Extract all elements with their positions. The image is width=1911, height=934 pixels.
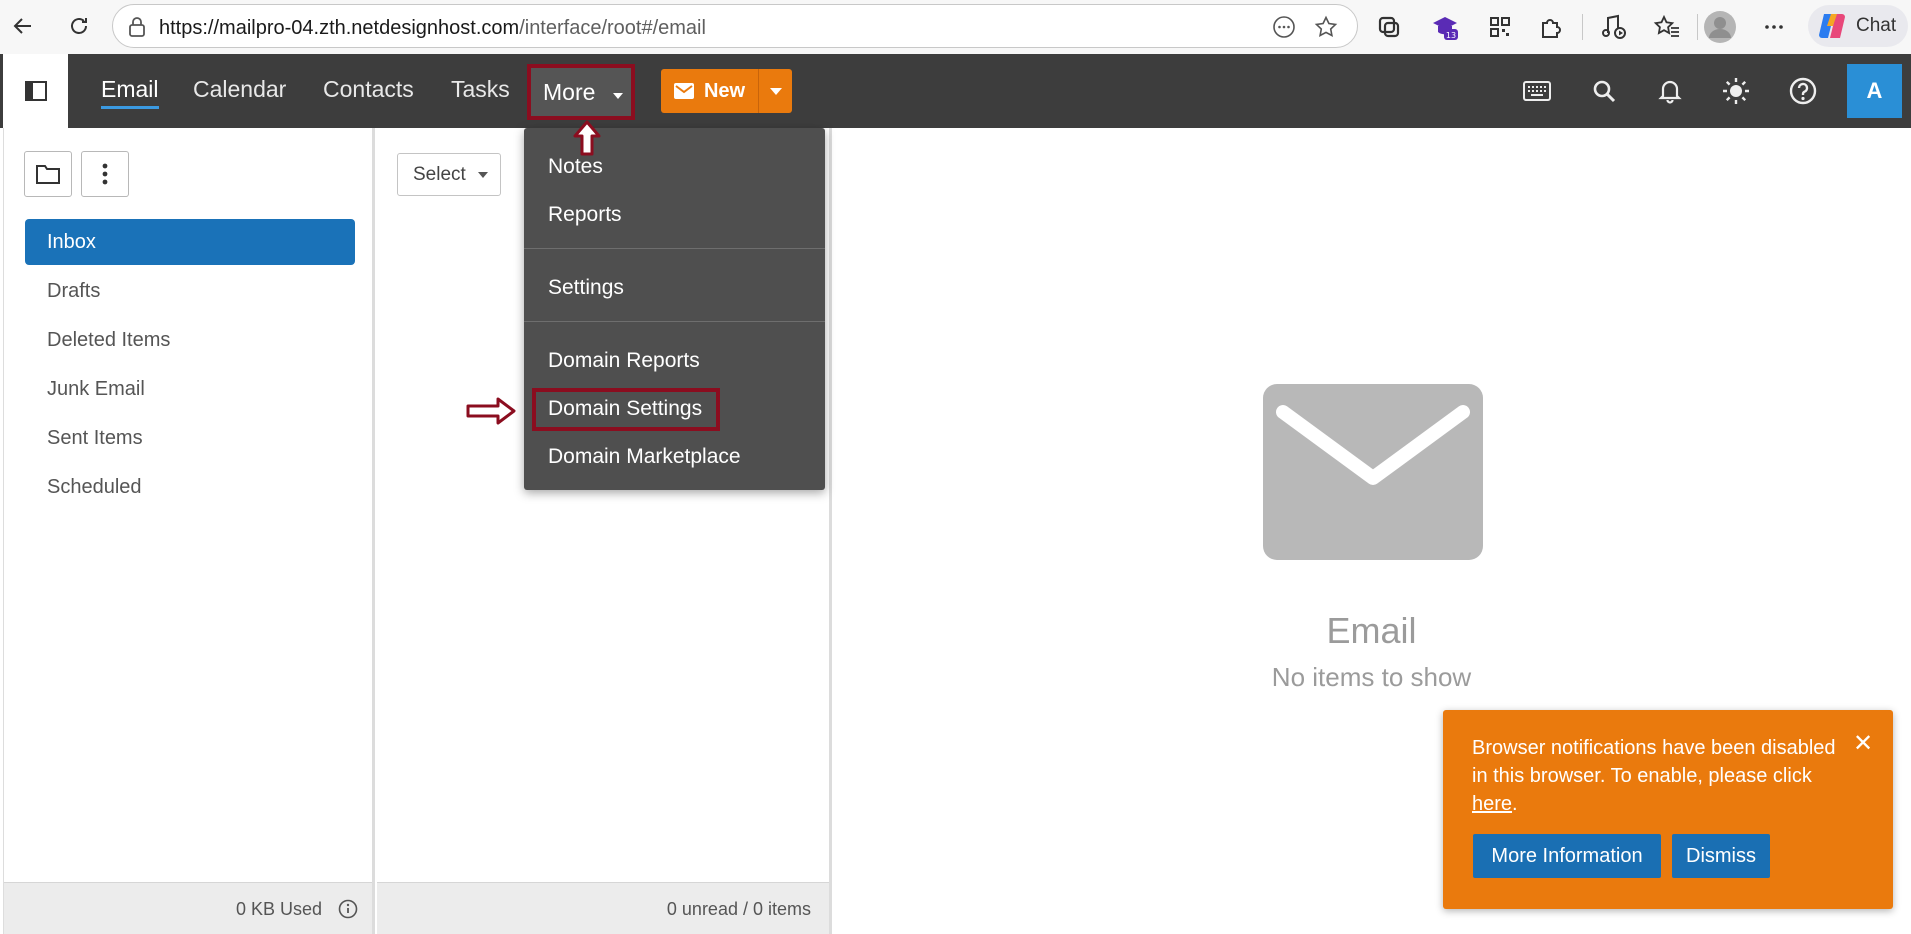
chevron-down-icon — [477, 171, 488, 178]
reading-mode-icon[interactable] — [1271, 14, 1297, 40]
address-bar[interactable]: https://mailpro-04.zth.netdesignhost.com… — [112, 4, 1358, 48]
media-control-icon[interactable] — [1597, 10, 1631, 44]
menu-divider — [524, 321, 825, 322]
url-text[interactable]: https://mailpro-04.zth.netdesignhost.com… — [159, 17, 706, 40]
extensions-puzzle-icon[interactable] — [1534, 10, 1568, 44]
envelope-icon — [673, 83, 694, 99]
chevron-down-icon — [769, 87, 782, 95]
more-information-button[interactable]: More Information — [1473, 834, 1661, 878]
toast-message: Browser notifications have been disabled… — [1472, 734, 1842, 818]
sidebar-toggle-button[interactable] — [0, 54, 68, 128]
storage-footer: 0 KB Used — [4, 882, 372, 934]
collections-icon[interactable] — [1372, 10, 1406, 44]
nav-calendar[interactable]: Calendar — [193, 76, 286, 103]
search-icon[interactable] — [1584, 71, 1624, 111]
nav-tasks[interactable]: Tasks — [451, 76, 510, 103]
copilot-icon — [1819, 14, 1845, 38]
folder-deleted-items[interactable]: Deleted Items — [25, 317, 355, 363]
new-button-group: New — [661, 69, 792, 113]
nav-email[interactable]: Email — [101, 76, 159, 109]
kebab-menu-icon — [102, 163, 108, 185]
folder-scheduled[interactable]: Scheduled — [25, 464, 355, 510]
browser-toolbar: https://mailpro-04.zth.netdesignhost.com… — [0, 0, 1911, 54]
empty-state-title: Email — [1326, 610, 1417, 651]
user-avatar[interactable]: A — [1847, 64, 1902, 118]
help-icon[interactable] — [1783, 71, 1823, 111]
folder-button[interactable] — [24, 151, 72, 197]
keyboard-shortcuts-icon[interactable] — [1517, 71, 1557, 111]
menu-item-domain-reports[interactable]: Domain Reports — [548, 349, 700, 373]
nav-contacts[interactable]: Contacts — [323, 76, 414, 103]
info-icon[interactable] — [338, 899, 358, 924]
storage-used: 0 KB Used — [235, 899, 322, 919]
folder-sent-items[interactable]: Sent Items — [25, 415, 355, 461]
more-options-icon[interactable] — [1757, 10, 1791, 44]
back-icon[interactable] — [6, 9, 40, 43]
toast-message-text: Browser notifications have been disabled… — [1472, 737, 1836, 787]
menu-item-notes[interactable]: Notes — [548, 155, 603, 179]
annotation-arrow-up-icon — [573, 120, 601, 156]
toast-message-end: . — [1512, 793, 1518, 815]
new-button-label: New — [703, 79, 746, 102]
bell-icon[interactable] — [1650, 71, 1690, 111]
favorites-icon[interactable] — [1650, 10, 1684, 44]
chat-label: Chat — [1856, 15, 1897, 36]
browser-notification-toast: Browser notifications have been disabled… — [1443, 710, 1893, 909]
sidebar-toggle-icon — [24, 81, 47, 101]
message-list-footer: 0 unread / 0 items — [377, 882, 829, 934]
menu-item-settings[interactable]: Settings — [548, 276, 624, 300]
lock-icon[interactable] — [127, 16, 147, 43]
toolbar-separator — [1697, 14, 1698, 40]
folder-drafts[interactable]: Drafts — [25, 268, 355, 314]
menu-item-domain-settings[interactable]: Domain Settings — [548, 397, 702, 421]
menu-divider — [524, 248, 825, 249]
folder-icon — [36, 165, 60, 184]
reload-icon[interactable] — [62, 9, 96, 43]
dismiss-button[interactable]: Dismiss — [1672, 834, 1770, 878]
folder-options-button[interactable] — [81, 151, 129, 197]
more-dropdown-menu: Notes Reports Settings Domain Reports Do… — [524, 128, 825, 490]
nav-more-dropdown[interactable]: More — [527, 64, 635, 120]
toolbar-separator — [1582, 14, 1583, 40]
extension-badge: 13 — [1446, 31, 1456, 40]
folder-pane: Inbox Drafts Deleted Items Junk Email Se… — [3, 128, 375, 934]
close-icon[interactable]: ✕ — [1853, 732, 1873, 756]
new-dropdown-toggle[interactable] — [758, 69, 792, 113]
toast-here-link[interactable]: here — [1472, 793, 1512, 815]
select-dropdown[interactable]: Select — [397, 153, 501, 196]
extension-graduation-icon[interactable]: 13 — [1428, 10, 1462, 44]
select-label: Select — [413, 163, 466, 185]
qr-code-icon[interactable] — [1483, 10, 1517, 44]
unread-count: 0 unread / 0 items — [666, 899, 811, 919]
copilot-chat-button[interactable]: Chat — [1808, 5, 1908, 47]
favorite-star-icon[interactable] — [1313, 14, 1339, 40]
folder-inbox[interactable]: Inbox — [25, 219, 355, 265]
nav-more-label: More — [543, 79, 596, 105]
chevron-down-icon — [613, 93, 623, 99]
empty-envelope-icon — [1263, 384, 1483, 560]
new-button[interactable]: New — [661, 69, 758, 113]
theme-sun-icon[interactable] — [1716, 71, 1756, 111]
empty-state-subtitle: No items to show — [1271, 662, 1472, 692]
folder-junk-email[interactable]: Junk Email — [25, 366, 355, 412]
menu-item-domain-marketplace[interactable]: Domain Marketplace — [548, 445, 741, 469]
profile-avatar-icon[interactable] — [1703, 10, 1737, 44]
annotation-arrow-right-icon — [466, 397, 516, 425]
menu-item-reports[interactable]: Reports — [548, 203, 622, 227]
app-header: Email Calendar Contacts Tasks More New A — [0, 54, 1911, 128]
